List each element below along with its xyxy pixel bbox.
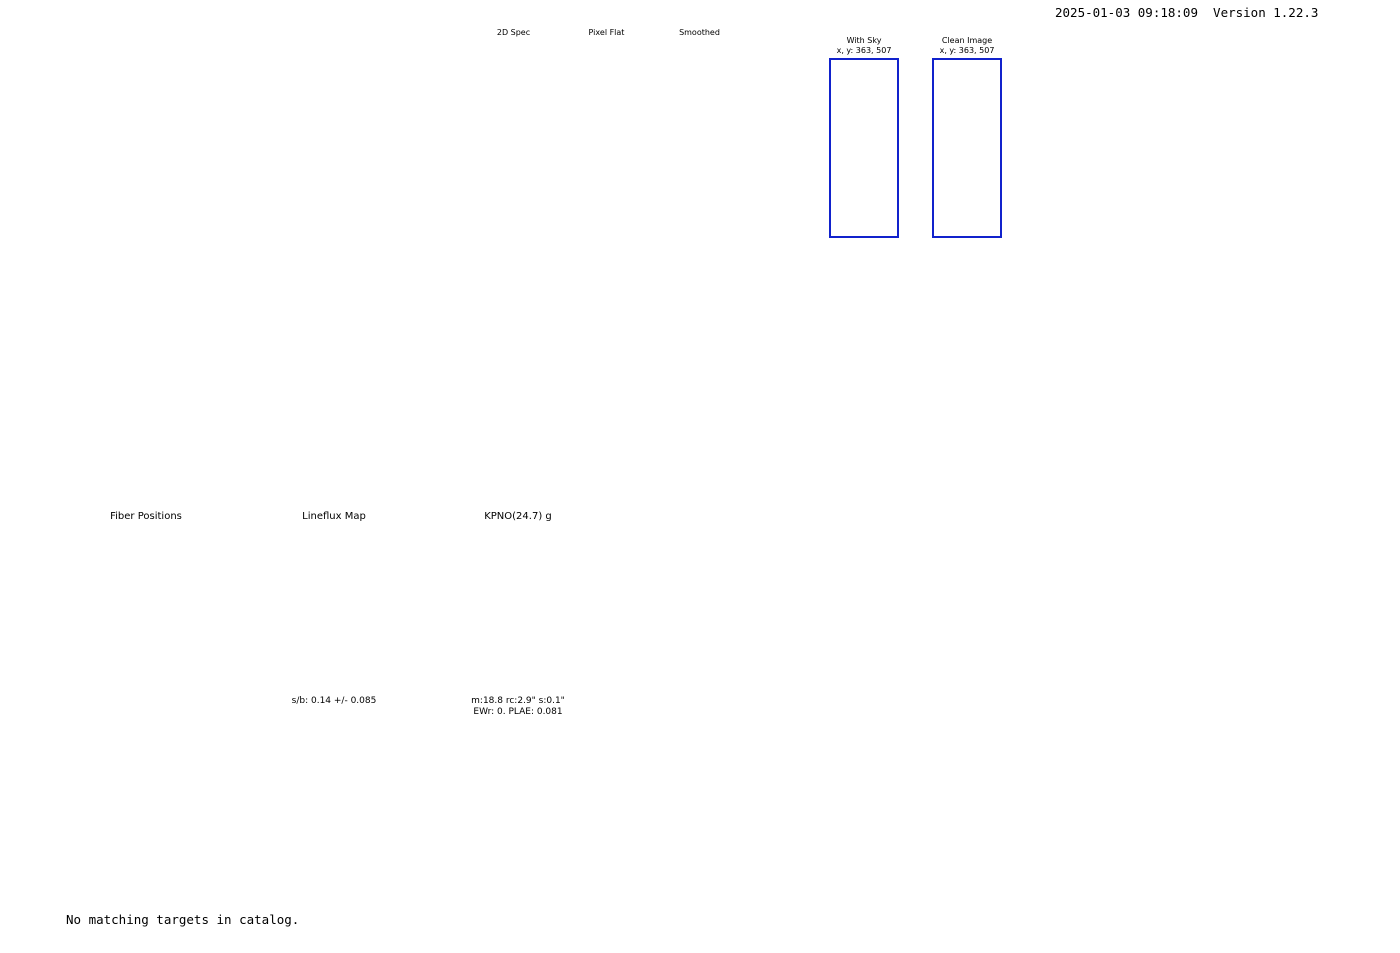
- lineflux-map-panel: Lineflux Map s/b: 0.14 +/- 0.085: [244, 511, 424, 707]
- col-header-2d-spec: 2D Spec: [496, 28, 531, 37]
- kpno-caption-magnitude: m:18.8 rc:2.9" s:0.1": [471, 696, 565, 706]
- cutout-grid: 2D Spec Pixel Flat Smoothed: [448, 26, 828, 258]
- lineflux-map-title: Lineflux Map: [302, 511, 366, 522]
- lineflux-map-image: [244, 524, 424, 696]
- emission-line-labels: [88, 264, 1308, 344]
- clean-image-panel: Clean Image x, y: 363, 507: [929, 36, 1005, 238]
- with-sky-image: [829, 58, 899, 238]
- clean-image-coords: x, y: 363, 507: [939, 46, 995, 55]
- footer-note: No matching targets in catalog. Row inte…: [66, 876, 299, 953]
- header-date-version: 2025-01-03 09:18:09 Version 1.22.3: [1055, 5, 1319, 20]
- line-fit-inset-plot: [1040, 48, 1302, 216]
- fiber-positions-panel: Fiber Positions: [56, 511, 236, 696]
- clean-image: [932, 58, 1002, 238]
- col-header-pixel-flat: Pixel Flat: [588, 28, 625, 37]
- kpno-caption-ewr: EWr: 0. PLAE: 0.081: [473, 707, 563, 717]
- col-header-smoothed: Smoothed: [679, 28, 720, 37]
- with-sky-coords: x, y: 363, 507: [836, 46, 892, 55]
- kpno-title: KPNO(24.7) g: [484, 511, 552, 522]
- fiber-positions-title: Fiber Positions: [110, 511, 182, 522]
- with-sky-panel: With Sky x, y: 363, 507: [826, 36, 902, 238]
- elixer-report-page: 2025-01-03 09:18:09 Version 1.22.3 2D Sp…: [0, 0, 1400, 953]
- clean-image-title: Clean Image: [941, 36, 993, 45]
- with-sky-title: With Sky: [846, 36, 882, 45]
- fiber-positions-image: [56, 524, 236, 696]
- kpno-panel: KPNO(24.7) g m:18.8 rc:2.9" s:0.1" EWr: …: [428, 511, 608, 718]
- main-spectrum-section: [88, 264, 1308, 499]
- footer-line-1: No matching targets in catalog.: [66, 912, 300, 928]
- lineflux-map-caption: s/b: 0.14 +/- 0.085: [291, 696, 377, 706]
- main-spectrum-plot: [88, 344, 1308, 456]
- kpno-image: [428, 524, 608, 696]
